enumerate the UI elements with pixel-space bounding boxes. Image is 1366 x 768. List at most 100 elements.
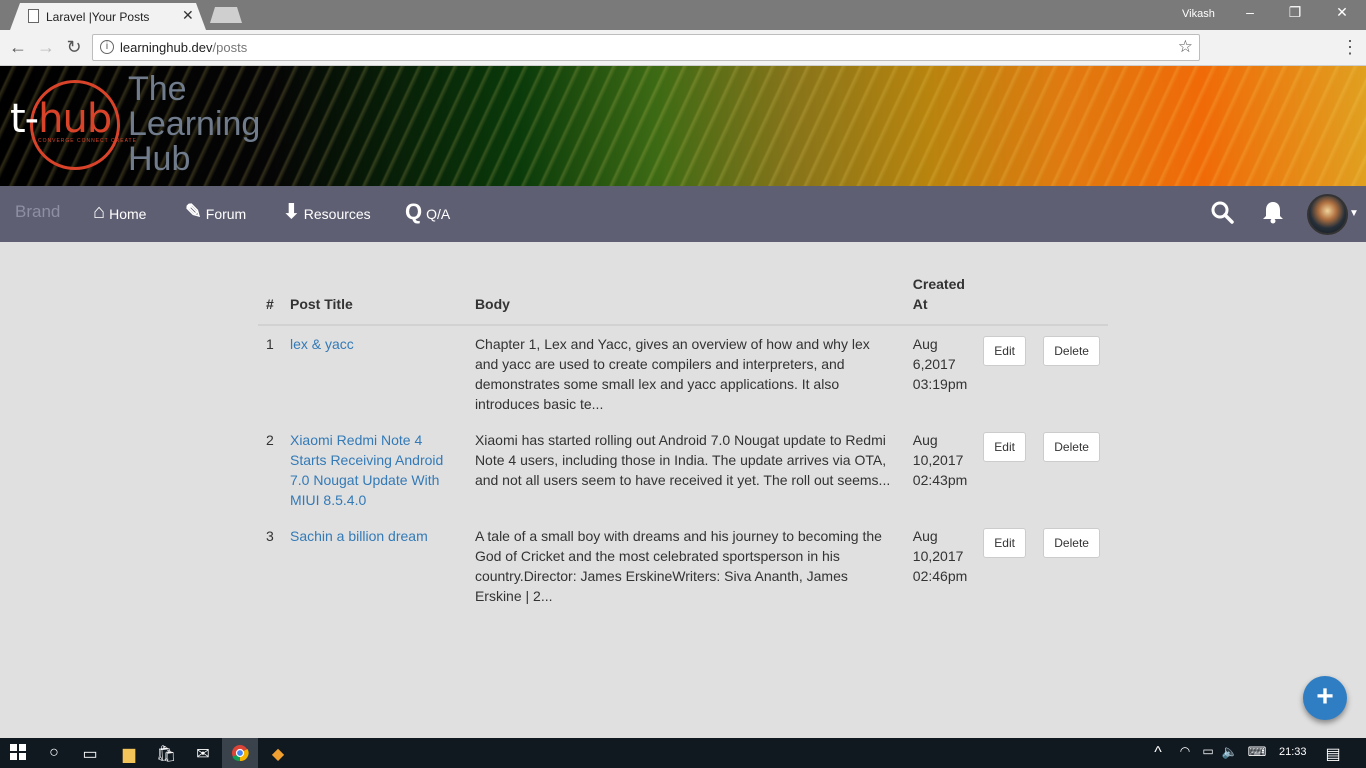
wifi-icon[interactable]: ◠	[1175, 744, 1195, 758]
app-icon[interactable]: ◆	[268, 744, 288, 764]
reload-icon[interactable]: ↻	[64, 37, 84, 58]
nav-home[interactable]: ⌂ Home	[93, 202, 146, 222]
site-logo[interactable]: t-hub	[10, 96, 112, 142]
nav-label: Forum	[205, 206, 247, 222]
row-edit-cell: Edit	[975, 325, 1035, 422]
edit-button[interactable]: Edit	[983, 528, 1026, 558]
row-num: 2	[266, 432, 274, 448]
window-close-icon[interactable]: ✕	[1332, 4, 1352, 21]
action-center-icon[interactable]: ▤	[1323, 744, 1343, 764]
logo-t: t-	[10, 96, 39, 142]
row-edit-cell: Edit	[975, 422, 1035, 518]
bookmark-star-icon[interactable]: ☆	[1178, 37, 1193, 57]
browser-tab[interactable]: Laravel |Your Posts ✕	[10, 3, 206, 30]
back-icon[interactable]: ←	[8, 37, 28, 58]
home-icon: ⌂	[93, 201, 106, 223]
download-icon: ⬇	[283, 201, 300, 223]
header-title: Post Title	[281, 270, 467, 326]
page-icon	[28, 9, 39, 23]
date-line: Aug	[912, 432, 938, 448]
logo-tagline: CONVERGE CONNECT CREATE	[38, 138, 137, 144]
row-body: Chapter 1, Lex and Yacc, gives an overvi…	[474, 336, 870, 412]
cortana-icon[interactable]: ○	[44, 744, 64, 762]
chevron-up-icon[interactable]: ^	[1148, 744, 1168, 762]
edit-icon: ✎	[185, 201, 202, 223]
post-title-link[interactable]: Xiaomi Redmi Note 4 Starts Receiving And…	[290, 432, 443, 508]
nav-label: Resources	[303, 206, 371, 222]
chrome-taskbar-button[interactable]	[222, 738, 258, 768]
table-row: 1 lex & yacc Chapter 1, Lex and Yacc, gi…	[258, 325, 1108, 422]
nav-qa[interactable]: Q Q/A	[405, 199, 451, 224]
navbar-brand[interactable]: Brand	[15, 202, 60, 222]
row-num: 3	[266, 528, 274, 544]
nav-resources[interactable]: ⬇ Resources	[283, 202, 371, 222]
nav-label: Q/A	[426, 206, 451, 222]
row-delete-cell: Delete	[1035, 325, 1108, 422]
restore-icon[interactable]: ❐	[1285, 4, 1305, 21]
url-path: /posts	[212, 40, 248, 55]
info-icon[interactable]: i	[100, 40, 114, 54]
post-title-link[interactable]: Sachin a billion dream	[290, 528, 428, 544]
site-banner: t-hub CONVERGE CONNECT CREATE The Learni…	[0, 66, 1366, 186]
delete-button[interactable]: Delete	[1043, 432, 1100, 462]
date-line: 10,2017	[912, 548, 964, 564]
date-line: Aug	[912, 336, 938, 352]
browser-tab-strip: Laravel |Your Posts ✕ Vikash – ❐ ✕	[0, 0, 1366, 30]
table-row: 2 Xiaomi Redmi Note 4 Starts Receiving A…	[258, 422, 1108, 518]
file-explorer-icon[interactable]: ▆	[119, 744, 139, 764]
row-body: A tale of a small boy with dreams and hi…	[474, 528, 882, 604]
date-line: 02:46pm	[912, 568, 968, 584]
header-num: #	[258, 270, 282, 326]
volume-icon[interactable]: 🔈	[1220, 744, 1240, 760]
delete-button[interactable]: Delete	[1043, 336, 1100, 366]
taskbar-clock[interactable]: 21:33	[1279, 746, 1307, 758]
profile-name[interactable]: Vikash	[1182, 8, 1215, 20]
site-title-line: The	[128, 70, 187, 108]
main-navbar: Brand ⌂ Home ✎ Forum ⬇ Resources Q Q/A	[0, 186, 1366, 242]
header-body: Body	[466, 270, 905, 326]
post-title-link[interactable]: lex & yacc	[290, 336, 354, 352]
row-date: Aug 10,2017 02:46pm	[905, 518, 975, 614]
search-icon[interactable]	[1210, 200, 1234, 230]
header-created-line: Created	[912, 276, 965, 292]
q-icon: Q	[405, 199, 423, 224]
url-text: learninghub.dev/posts	[120, 40, 247, 55]
date-line: 03:19pm	[912, 376, 968, 392]
battery-icon[interactable]: ▭	[1198, 744, 1218, 758]
address-bar[interactable]: i learninghub.dev/posts ☆	[92, 34, 1200, 61]
row-num: 1	[266, 336, 274, 352]
row-title-cell: Sachin a billion dream	[282, 518, 467, 614]
mail-icon[interactable]: ✉	[193, 744, 213, 764]
date-line: Aug	[912, 528, 938, 544]
keyboard-icon[interactable]: ⌨	[1247, 744, 1267, 760]
posts-table-container: # Post Title Body Created At 1 lex & yac…	[258, 270, 1108, 614]
edit-button[interactable]: Edit	[983, 336, 1026, 366]
menu-icon[interactable]: ⋮	[1340, 37, 1360, 58]
forward-icon[interactable]: →	[36, 37, 56, 58]
table-row: 3 Sachin a billion dream A tale of a sma…	[258, 518, 1108, 614]
user-avatar[interactable]	[1307, 194, 1348, 235]
site-title-line: Hub	[128, 140, 191, 178]
bell-icon[interactable]	[1262, 200, 1284, 230]
header-delete	[1035, 270, 1108, 326]
nav-forum[interactable]: ✎ Forum	[185, 202, 246, 222]
new-tab-button[interactable]	[210, 7, 242, 23]
date-line: 02:43pm	[912, 472, 968, 488]
row-delete-cell: Delete	[1035, 518, 1108, 614]
url-host: learninghub.dev	[120, 40, 213, 55]
row-title-cell: lex & yacc	[282, 325, 467, 422]
chevron-down-icon[interactable]: ▼	[1349, 208, 1359, 219]
tab-close-icon[interactable]: ✕	[182, 7, 194, 24]
delete-button[interactable]: Delete	[1043, 528, 1100, 558]
windows-start-icon[interactable]	[8, 744, 28, 765]
row-date: Aug 6,2017 03:19pm	[905, 325, 975, 422]
edit-button[interactable]: Edit	[983, 432, 1026, 462]
task-view-icon[interactable]: ▭	[80, 744, 100, 764]
row-edit-cell: Edit	[975, 518, 1035, 614]
row-body: Xiaomi has started rolling out Android 7…	[474, 432, 891, 488]
minimize-icon[interactable]: –	[1240, 4, 1260, 20]
site-title-line: Learning	[128, 105, 261, 143]
date-line: 6,2017	[912, 356, 956, 372]
store-icon[interactable]: 🛍	[156, 744, 176, 764]
add-post-button[interactable]: +	[1303, 676, 1347, 720]
